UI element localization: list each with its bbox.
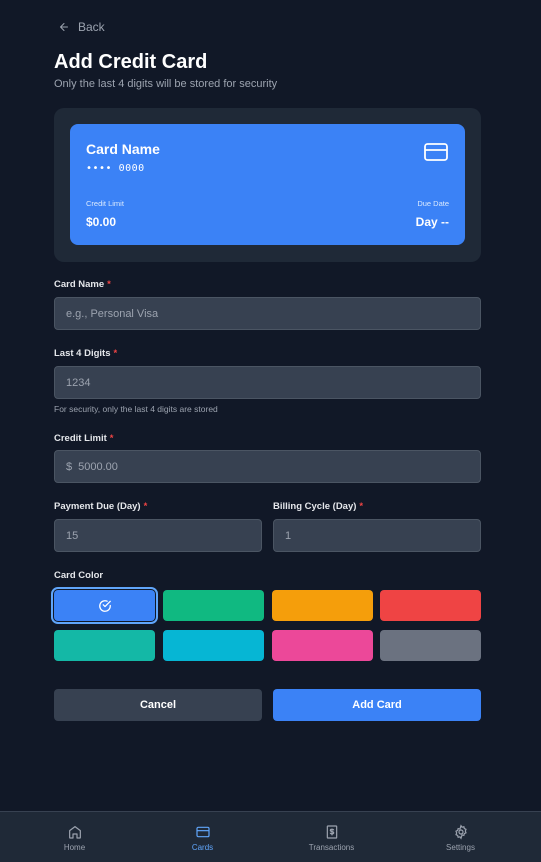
card-preview-container: Card Name •••• 0000 Credit Limit $0.00 D… (54, 108, 481, 262)
color-swatch[interactable] (163, 590, 264, 621)
card-color-label: Card Color (54, 570, 104, 581)
card-name-label: Card Name * (54, 279, 111, 290)
card-preview-limit-label: Credit Limit (86, 199, 124, 208)
currency-prefix: $ (66, 460, 73, 473)
billing-cycle-input[interactable]: 1 (273, 519, 481, 552)
nav-label-home: Home (63, 842, 86, 852)
last4-hint: For security, only the last 4 digits are… (54, 404, 218, 414)
check-circle-icon (98, 599, 111, 612)
back-button[interactable]: Back (58, 20, 105, 34)
receipt-icon (326, 824, 337, 839)
required-marker: * (113, 348, 118, 359)
required-marker: * (107, 279, 111, 290)
billing-cycle-label: Billing Cycle (Day) * (273, 501, 364, 512)
credit-limit-placeholder: 5000.00 (78, 460, 118, 473)
add-card-button[interactable]: Add Card (273, 689, 481, 721)
card-preview-number: •••• 0000 (86, 163, 145, 174)
nav-item-settings[interactable]: Settings (393, 812, 528, 862)
required-marker: * (143, 501, 148, 512)
color-swatch[interactable] (272, 630, 373, 661)
arrow-left-icon (60, 23, 68, 31)
card-preview: Card Name •••• 0000 Credit Limit $0.00 D… (70, 124, 465, 245)
nav-item-transactions[interactable]: Transactions (264, 812, 399, 862)
card-preview-limit-value: $0.00 (86, 215, 117, 229)
payment-due-placeholder: 15 (66, 529, 79, 542)
color-swatch[interactable] (54, 630, 155, 661)
payment-due-label: Payment Due (Day) * (54, 501, 148, 512)
gear-icon (454, 823, 467, 840)
last4-input[interactable]: 1234 (54, 366, 481, 399)
last4-placeholder: 1234 (66, 376, 91, 389)
credit-limit-label: Credit Limit * (54, 433, 114, 444)
home-icon (68, 825, 81, 839)
credit-card-icon (195, 826, 210, 837)
color-swatch[interactable] (380, 630, 481, 661)
card-name-input[interactable]: e.g., Personal Visa (54, 297, 481, 330)
credit-limit-input[interactable]: $5000.00 (54, 450, 481, 483)
card-preview-due-value: Day -- (415, 215, 449, 229)
cancel-button[interactable]: Cancel (54, 689, 262, 721)
credit-card-icon (424, 143, 448, 161)
nav-item-home[interactable]: Home (7, 812, 142, 862)
card-name-placeholder: e.g., Personal Visa (66, 307, 159, 320)
required-marker: * (359, 501, 364, 512)
color-swatch[interactable] (163, 630, 264, 661)
nav-item-cards[interactable]: Cards (135, 812, 270, 862)
payment-due-input[interactable]: 15 (54, 519, 262, 552)
billing-cycle-placeholder: 1 (285, 529, 292, 542)
back-label: Back (78, 20, 105, 34)
nav-label-cards: Cards (191, 842, 214, 852)
last4-label: Last 4 Digits * (54, 348, 118, 359)
color-swatch[interactable] (272, 590, 373, 621)
color-swatch[interactable] (380, 590, 481, 621)
page-title: Add Credit Card (54, 51, 208, 73)
bottom-nav: Home Cards Transactions Settings (0, 811, 541, 862)
card-preview-name: Card Name (86, 141, 160, 157)
page-subtitle: Only the last 4 digits will be stored fo… (54, 78, 278, 90)
nav-label-transactions: Transactions (308, 842, 355, 852)
card-preview-due-label: Due Date (417, 199, 449, 208)
nav-label-settings: Settings (446, 842, 475, 852)
color-swatch[interactable] (51, 587, 158, 624)
required-marker: * (109, 433, 114, 444)
